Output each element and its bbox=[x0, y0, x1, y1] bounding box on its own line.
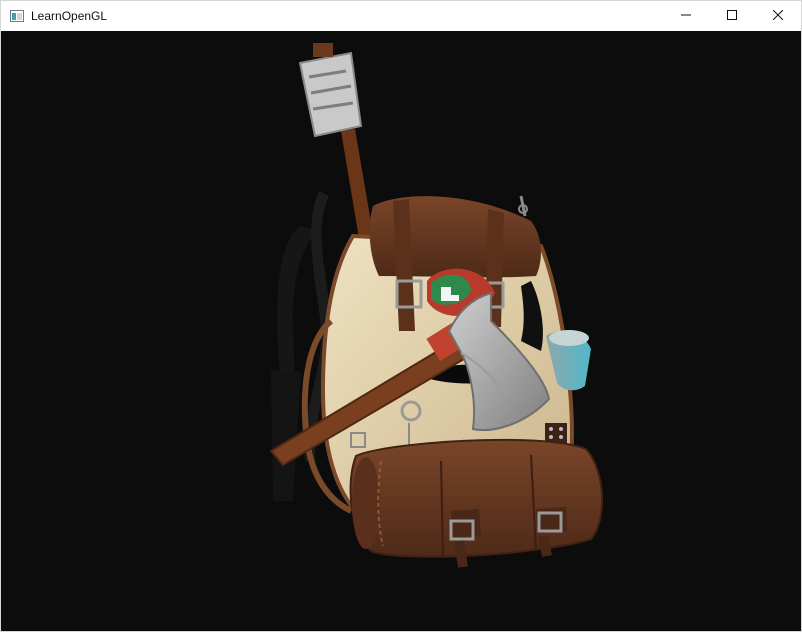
close-icon bbox=[772, 7, 784, 25]
close-button[interactable] bbox=[755, 1, 801, 31]
maximize-button[interactable] bbox=[709, 1, 755, 31]
window-controls bbox=[663, 1, 801, 31]
maximize-icon bbox=[727, 7, 737, 25]
bottom-roll-bag bbox=[349, 438, 604, 568]
backpack-model bbox=[269, 43, 604, 568]
window-title: LearnOpenGL bbox=[31, 9, 108, 23]
minimize-icon bbox=[681, 7, 691, 25]
window-app-icon bbox=[9, 8, 25, 24]
title-bar[interactable]: LearnOpenGL bbox=[1, 1, 801, 31]
minimize-button[interactable] bbox=[663, 1, 709, 31]
opengl-viewport[interactable] bbox=[1, 31, 801, 631]
app-window: LearnOpenGL bbox=[0, 0, 802, 632]
